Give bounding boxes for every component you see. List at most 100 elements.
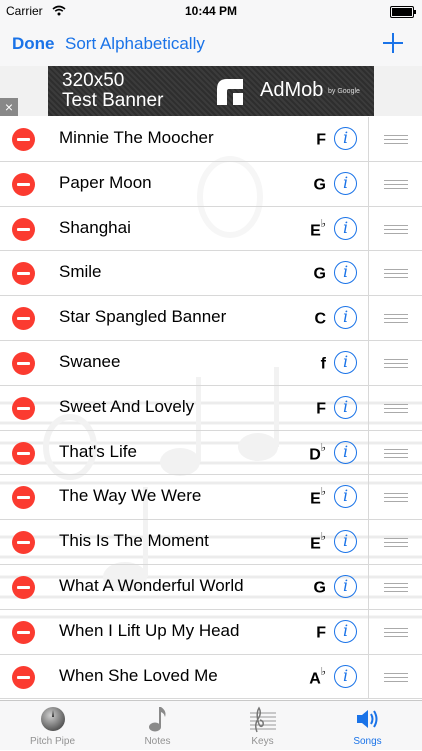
admob-logo-icon bbox=[217, 79, 243, 105]
reorder-handle-icon[interactable] bbox=[384, 359, 408, 368]
song-title: When I Lift Up My Head bbox=[59, 620, 240, 640]
reorder-handle-icon[interactable] bbox=[384, 493, 408, 503]
info-icon[interactable]: i bbox=[334, 485, 357, 509]
song-row[interactable]: The Way We Were E♭ i bbox=[0, 475, 422, 521]
delete-icon[interactable] bbox=[12, 441, 35, 465]
delete-icon[interactable] bbox=[12, 307, 35, 331]
song-key-accidental: ♭ bbox=[320, 441, 326, 454]
song-key: C bbox=[314, 308, 326, 328]
song-title: Sweet And Lovely bbox=[59, 396, 195, 416]
reorder-control[interactable] bbox=[368, 475, 422, 520]
song-row[interactable]: When I Lift Up My Head Fi bbox=[0, 609, 422, 655]
song-key-accidental: ♭ bbox=[320, 486, 326, 499]
delete-icon[interactable] bbox=[12, 665, 35, 689]
reorder-handle-icon[interactable] bbox=[384, 583, 408, 592]
song-row[interactable]: This Is The Moment E♭ i bbox=[0, 520, 422, 565]
reorder-control[interactable] bbox=[368, 565, 422, 609]
ad-title: 320x50 Test Banner bbox=[62, 71, 212, 111]
plus-icon[interactable] bbox=[382, 32, 404, 54]
info-icon[interactable]: i bbox=[334, 216, 357, 240]
delete-icon[interactable] bbox=[12, 262, 35, 286]
song-row[interactable]: When She Loved Me A♭ i bbox=[0, 654, 422, 700]
song-row[interactable]: Minnie The Moocher Fi bbox=[0, 117, 422, 162]
song-key-letter: E bbox=[310, 221, 321, 239]
reorder-handle-icon[interactable] bbox=[384, 224, 408, 234]
reorder-control[interactable] bbox=[368, 341, 422, 385]
ad-title-line1: 320x50 bbox=[62, 70, 125, 91]
reorder-handle-icon[interactable] bbox=[384, 448, 408, 458]
done-button[interactable]: Done bbox=[12, 34, 55, 54]
reorder-control[interactable] bbox=[368, 385, 422, 430]
reorder-handle-icon[interactable] bbox=[384, 135, 408, 144]
reorder-handle-icon[interactable] bbox=[384, 672, 408, 682]
speaker-icon bbox=[357, 710, 378, 728]
song-key: F bbox=[316, 129, 326, 149]
battery-icon bbox=[390, 6, 416, 18]
ad-close-button[interactable]: × bbox=[0, 98, 18, 116]
reorder-control[interactable] bbox=[368, 161, 422, 206]
tab-label-keys: Keys bbox=[251, 736, 274, 747]
song-key-accidental: ♭ bbox=[320, 531, 326, 544]
ad-by-google: by Google bbox=[328, 88, 360, 95]
info-icon[interactable]: i bbox=[334, 619, 357, 643]
info-icon[interactable]: i bbox=[334, 261, 357, 285]
song-key-letter: A bbox=[309, 669, 321, 687]
reorder-control[interactable] bbox=[368, 609, 422, 654]
song-key-letter: F bbox=[316, 131, 326, 149]
reorder-handle-icon[interactable] bbox=[384, 627, 408, 637]
song-key-letter: C bbox=[314, 310, 326, 328]
reorder-handle-icon[interactable] bbox=[384, 538, 408, 548]
song-row[interactable]: Paper Moon Gi bbox=[0, 161, 422, 207]
song-row[interactable]: That's Life D♭ i bbox=[0, 430, 422, 476]
info-icon[interactable]: i bbox=[334, 395, 357, 419]
delete-icon[interactable] bbox=[12, 486, 35, 510]
tab-keys[interactable]: Keys bbox=[210, 701, 315, 751]
song-key-letter: E bbox=[310, 535, 321, 553]
delete-icon[interactable] bbox=[12, 352, 35, 375]
reorder-control[interactable] bbox=[368, 117, 422, 161]
song-title: Swanee bbox=[59, 352, 121, 371]
delete-icon[interactable] bbox=[12, 576, 35, 599]
reorder-handle-icon[interactable] bbox=[384, 269, 408, 279]
info-icon[interactable]: i bbox=[334, 127, 357, 150]
song-key: E♭ bbox=[310, 486, 326, 508]
reorder-control[interactable] bbox=[368, 296, 422, 340]
reorder-control[interactable] bbox=[368, 206, 422, 251]
tab-pitch-pipe[interactable]: Pitch Pipe bbox=[0, 701, 105, 751]
song-row[interactable]: Sweet And Lovely Fi bbox=[0, 385, 422, 431]
reorder-control[interactable] bbox=[368, 251, 422, 296]
song-row[interactable]: Smile Gi bbox=[0, 251, 422, 297]
song-key: F bbox=[316, 398, 326, 418]
status-time: 10:44 PM bbox=[184, 4, 238, 18]
delete-icon[interactable] bbox=[12, 396, 35, 420]
delete-icon[interactable] bbox=[12, 172, 35, 196]
reorder-handle-icon[interactable] bbox=[384, 314, 408, 324]
info-icon[interactable]: i bbox=[334, 530, 357, 554]
song-key: E♭ bbox=[310, 218, 326, 240]
info-icon[interactable]: i bbox=[334, 351, 357, 374]
reorder-control[interactable] bbox=[368, 654, 422, 699]
song-row[interactable]: Star Spangled Banner Ci bbox=[0, 296, 422, 341]
tab-notes[interactable]: Notes bbox=[105, 701, 210, 751]
song-key-letter: D bbox=[309, 445, 321, 463]
song-row[interactable]: Swanee f i bbox=[0, 341, 422, 386]
info-icon[interactable]: i bbox=[334, 440, 357, 464]
song-row[interactable]: What A Wonderful World Gi bbox=[0, 565, 422, 610]
sort-alphabetically-button[interactable]: Sort Alphabetically bbox=[65, 34, 205, 54]
delete-icon[interactable] bbox=[12, 217, 35, 241]
delete-icon[interactable] bbox=[12, 531, 35, 555]
delete-icon[interactable] bbox=[12, 620, 35, 644]
info-icon[interactable]: i bbox=[334, 171, 357, 195]
reorder-handle-icon[interactable] bbox=[384, 179, 408, 189]
ad-banner[interactable]: 320x50 Test Banner AdMob by Google bbox=[48, 66, 374, 116]
info-icon[interactable]: i bbox=[334, 664, 357, 688]
reorder-control[interactable] bbox=[368, 520, 422, 564]
info-icon[interactable]: i bbox=[334, 306, 357, 330]
info-icon[interactable]: i bbox=[334, 575, 357, 598]
tab-songs[interactable]: Songs bbox=[315, 701, 420, 751]
song-row[interactable]: Shanghai E♭ i bbox=[0, 206, 422, 252]
reorder-handle-icon[interactable] bbox=[384, 403, 408, 413]
delete-icon[interactable] bbox=[12, 128, 35, 151]
tab-label-notes: Notes bbox=[144, 736, 171, 747]
reorder-control[interactable] bbox=[368, 430, 422, 475]
